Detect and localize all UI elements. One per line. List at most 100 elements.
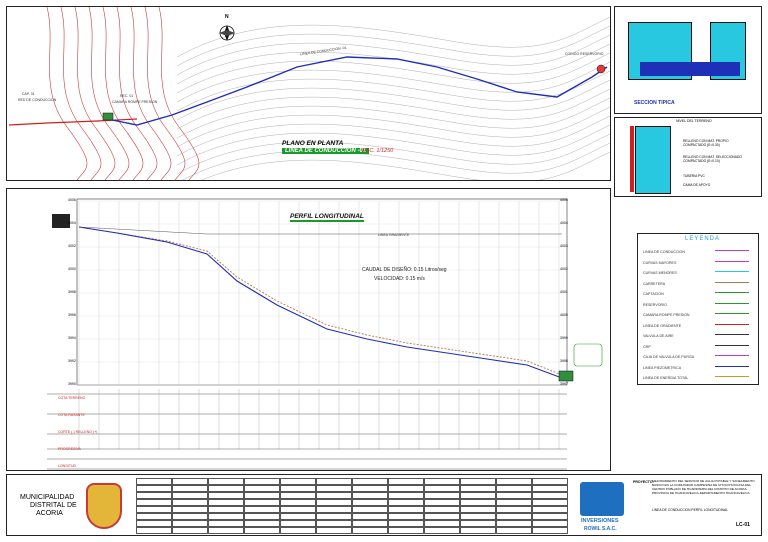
revision-cell (352, 520, 388, 527)
road-line (8, 118, 138, 126)
revision-cell (208, 527, 244, 534)
reservoir-icon-profile (558, 370, 574, 382)
revision-cell (424, 478, 460, 485)
revision-cell (460, 520, 496, 527)
table-row-label: COTA TERRENO (58, 396, 86, 400)
gray-contour (176, 133, 610, 175)
revision-cell (244, 499, 280, 506)
plan-view (8, 7, 610, 180)
revision-cell (280, 513, 316, 520)
revision-cell (136, 506, 172, 513)
org-line-3: ACORIA (36, 510, 63, 517)
trench-side-red (630, 126, 634, 192)
revision-cell (424, 499, 460, 506)
legend-title: LEYENDA (685, 236, 721, 242)
legend-symbol (715, 344, 749, 351)
revision-cell (352, 485, 388, 492)
revision-cell (208, 478, 244, 485)
sheet-number: LC-01 (736, 522, 750, 528)
plan-subtitle: LINEA DE CONDUCCION -01 (282, 148, 370, 154)
revision-cell (172, 520, 208, 527)
legend-item-label: LINEA DE ENERGIA TOTAL (643, 376, 689, 380)
revision-cell (172, 527, 208, 534)
profile-view (47, 198, 603, 470)
revision-cell (460, 513, 496, 520)
gradient-label: LINEA GRADIENTE (378, 233, 410, 237)
y-tick-label: 3990 (68, 382, 76, 386)
revision-cell (388, 485, 424, 492)
legend-symbol (715, 365, 749, 372)
revision-cell (280, 485, 316, 492)
legend-symbol (715, 376, 749, 382)
y-tick-label: 4003 (560, 244, 568, 248)
legend-item: LINEA PIEZOMETRICA (643, 363, 753, 374)
revision-cell (280, 527, 316, 534)
revision-cell (316, 506, 352, 513)
revision-cell (316, 513, 352, 520)
gray-contour (176, 106, 610, 148)
gray-contour (176, 124, 610, 166)
y-tick-label: 4000 (68, 267, 76, 271)
revision-cell (352, 513, 388, 520)
profile-title: PERFIL LONGITUDINAL (290, 213, 364, 222)
legend-item: CARRETERA (643, 279, 753, 290)
legend-symbol (715, 271, 749, 277)
plan-station-label-2: CAMARA ROMPE PRESION (112, 100, 158, 104)
revision-cell (316, 492, 352, 499)
flow-label-2: VELOCIDAD: 0.15 m/s (374, 276, 425, 282)
y-tick-label: 4002 (560, 267, 568, 271)
north-arrow-icon (219, 25, 235, 41)
revision-cell (424, 492, 460, 499)
legend-item-label: CRP (643, 344, 651, 349)
y-tick-label: 3996 (68, 313, 76, 317)
revision-cell (316, 478, 352, 485)
revision-cell (172, 499, 208, 506)
revision-cell (172, 478, 208, 485)
plan-start-label-2: RED DE CONDUCCION (18, 98, 57, 102)
legend-item-label: CARRETERA (643, 281, 666, 286)
revision-cell (172, 513, 208, 520)
y-tick-label: 4006 (68, 198, 76, 202)
y-tick-label: 3998 (560, 359, 568, 363)
revision-cell (532, 492, 568, 499)
revision-cell (460, 527, 496, 534)
revision-cell (532, 506, 568, 513)
reservoir-icon (596, 64, 606, 74)
company-name: INVERSIONES (581, 518, 619, 524)
gray-contour (176, 97, 610, 139)
revision-cell (352, 492, 388, 499)
legend-item-label: VALVULA DE AIRE (643, 334, 674, 338)
gray-contour (176, 34, 610, 76)
revision-cell (424, 485, 460, 492)
project-text: MEJORAMIENTO DEL SERVICIO DE AGUA POTABL… (652, 479, 755, 495)
revision-cell (496, 492, 532, 499)
red-contour (74, 7, 116, 180)
revision-cell (352, 478, 388, 485)
y-tick-label: 4004 (560, 221, 568, 225)
revision-cell (136, 527, 172, 534)
profile-data-table (47, 389, 567, 470)
revision-cell (460, 506, 496, 513)
revision-cell (496, 485, 532, 492)
revision-cell (460, 492, 496, 499)
revision-cell (424, 506, 460, 513)
trench-fill (635, 126, 671, 194)
revision-cell (280, 499, 316, 506)
gray-contour (176, 16, 610, 58)
legend-symbol (715, 260, 749, 267)
revision-cell (460, 485, 496, 492)
revision-cell (208, 485, 244, 492)
table-row-label: PROGRESIVA (58, 447, 81, 451)
gray-contour (176, 25, 610, 67)
red-contour (60, 7, 102, 180)
revision-cell (136, 513, 172, 520)
revision-cell (280, 520, 316, 527)
legend-item: LINEA DE ENERGIA TOTAL (643, 373, 753, 384)
legend-item: CRP (643, 342, 753, 353)
table-row-label: CORTE (-) RELLENO (+) (58, 430, 98, 434)
legend-item-label: CURVAS MAYORES (643, 260, 677, 265)
revision-cell (424, 520, 460, 527)
plan-start-label-1: CAP. 01 (22, 92, 35, 96)
revision-cell (532, 499, 568, 506)
y-tick-label: 4005 (560, 198, 568, 202)
